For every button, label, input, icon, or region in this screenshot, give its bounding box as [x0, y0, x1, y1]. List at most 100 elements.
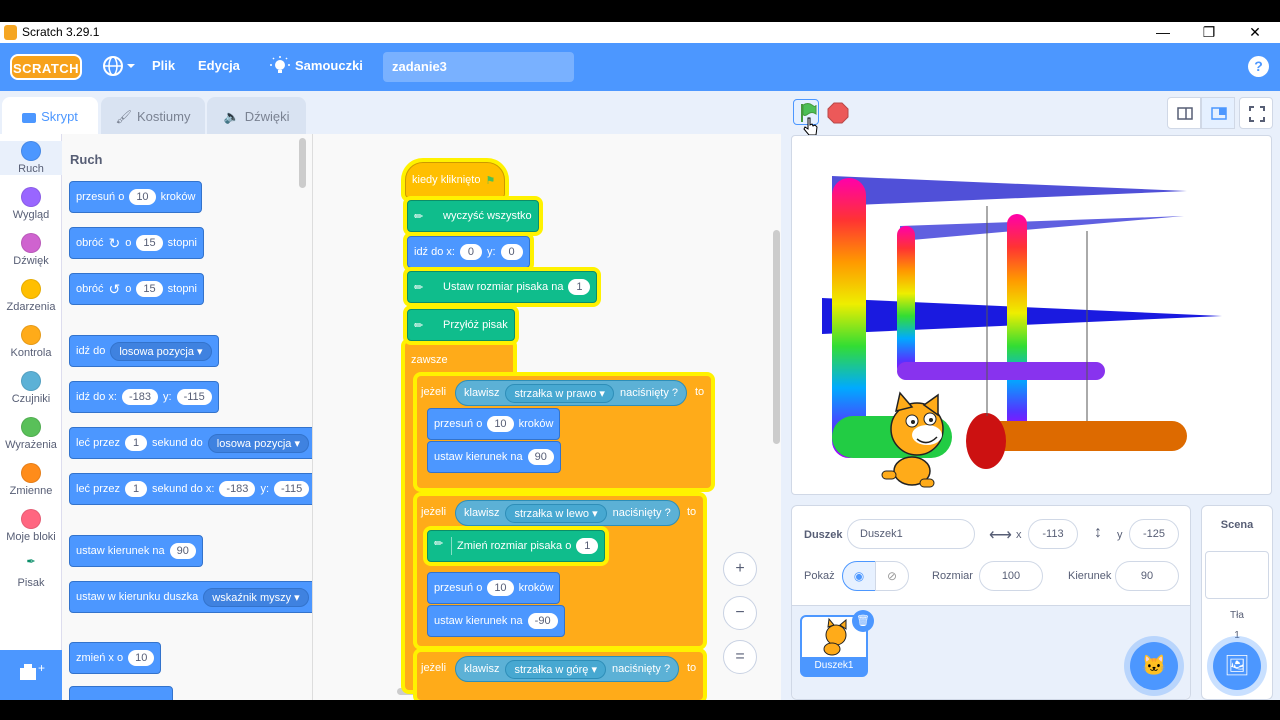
- goto-block[interactable]: idź do losowa pozycja ▾: [69, 335, 219, 367]
- y-input[interactable]: 0: [500, 244, 523, 260]
- tab-costumes[interactable]: 🖌 Kostiumy: [101, 97, 205, 135]
- turn-right-block[interactable]: obróć ↻ o 15 stopni: [69, 227, 204, 259]
- if-right-block[interactable]: jeżeli klawisz strzałka w prawo ▾ naciśn…: [417, 376, 711, 488]
- language-menu[interactable]: [102, 55, 138, 79]
- edit-menu[interactable]: Edycja: [198, 58, 240, 73]
- point-direction-block[interactable]: ustaw kierunek na -90: [427, 605, 565, 637]
- glide-block[interactable]: leć przez 1 sekund do losowa pozycja ▾: [69, 427, 312, 459]
- y-input[interactable]: -115: [176, 389, 212, 405]
- x-input[interactable]: 0: [459, 244, 482, 260]
- close-button[interactable]: ✕: [1240, 24, 1270, 41]
- help-button[interactable]: ?: [1248, 56, 1269, 77]
- degrees-input[interactable]: 15: [136, 281, 163, 297]
- category-6[interactable]: Wyrażenia: [0, 417, 62, 451]
- goto-xy-block[interactable]: idź do x: 0 y: 0: [407, 236, 530, 268]
- category-8[interactable]: Moje bloki: [0, 509, 62, 543]
- tab-sounds[interactable]: 🔈 Dźwięki: [207, 97, 306, 135]
- if-up-block[interactable]: jeżeli klawisz strzałka w górę ▾ naciśni…: [417, 652, 703, 700]
- point-direction-block[interactable]: ustaw kierunek na 90: [69, 535, 203, 567]
- zoom-out-button[interactable]: −: [723, 596, 757, 630]
- zoom-in-button[interactable]: +: [723, 552, 757, 586]
- category-9[interactable]: ✒ Pisak: [0, 555, 62, 589]
- key-dropdown[interactable]: strzałka w górę ▾: [505, 659, 607, 679]
- hide-sprite-button[interactable]: ⊘: [875, 561, 909, 591]
- direction-input[interactable]: 90: [527, 449, 554, 465]
- change-pen-size-block[interactable]: ✏ Zmień rozmiar pisaka o 1: [427, 530, 606, 562]
- minimize-button[interactable]: —: [1148, 24, 1178, 40]
- normal-stage-button[interactable]: [1201, 97, 1235, 129]
- category-1[interactable]: Wygląd: [0, 187, 62, 221]
- steps-input[interactable]: 10: [129, 189, 156, 205]
- code-vertical-scrollbar[interactable]: [773, 230, 780, 444]
- tutorials-menu[interactable]: Samouczki: [295, 58, 363, 73]
- when-flag-clicked-block[interactable]: kiedy kliknięto ⚑: [405, 162, 505, 198]
- set-x-block[interactable]: [69, 686, 173, 700]
- sprite-y-input[interactable]: -125: [1129, 519, 1179, 549]
- category-7[interactable]: Zmienne: [0, 463, 62, 497]
- sprite-name-input[interactable]: Duszek1: [847, 519, 975, 549]
- category-5[interactable]: Czujniki: [0, 371, 62, 405]
- direction-input[interactable]: 90: [169, 543, 196, 559]
- change-x-input[interactable]: 10: [128, 650, 155, 666]
- pen-size-input[interactable]: 1: [568, 279, 591, 295]
- x-input[interactable]: -183: [121, 389, 158, 405]
- move-steps-block[interactable]: przesuń o 10 kroków: [427, 408, 561, 440]
- turn-left-block[interactable]: obróć ↺ o 15 stopni: [69, 273, 204, 305]
- stop-button[interactable]: [827, 102, 849, 124]
- zoom-reset-button[interactable]: =: [723, 640, 757, 674]
- scratch-logo[interactable]: SCRATCH: [10, 54, 82, 80]
- add-backdrop-button[interactable]: 🖼: [1213, 642, 1261, 690]
- point-towards-block[interactable]: ustaw w kierunku duszka wskaźnik myszy ▾: [69, 581, 312, 613]
- towards-dropdown[interactable]: wskaźnik myszy ▾: [203, 587, 309, 607]
- sprite-size-input[interactable]: 100: [979, 561, 1043, 591]
- pen-size-input[interactable]: 1: [576, 538, 599, 554]
- key-pressed-sensor[interactable]: klawisz strzałka w prawo ▾ naciśnięty ?: [455, 380, 688, 406]
- fullscreen-button[interactable]: [1239, 97, 1273, 129]
- change-x-block[interactable]: zmień x o 10: [69, 642, 162, 674]
- key-dropdown[interactable]: strzałka w prawo ▾: [505, 383, 614, 403]
- category-4[interactable]: Kontrola: [0, 325, 62, 359]
- degrees-input[interactable]: 15: [136, 235, 163, 251]
- y-input[interactable]: -115: [274, 481, 310, 497]
- glide-xy-block[interactable]: leć przez 1 sekund do x: -183 y: -115: [69, 473, 312, 505]
- direction-input[interactable]: -90: [527, 613, 558, 629]
- key-pressed-sensor[interactable]: klawisz strzałka w lewo ▾ naciśnięty ?: [455, 500, 680, 526]
- restore-button[interactable]: ❐: [1194, 24, 1224, 41]
- category-0[interactable]: Ruch: [0, 141, 62, 175]
- x-input[interactable]: -183: [219, 481, 256, 497]
- category-3[interactable]: Zdarzenia: [0, 279, 62, 313]
- small-stage-button[interactable]: [1167, 97, 1201, 129]
- stage[interactable]: [791, 135, 1272, 495]
- move-steps-block[interactable]: przesuń o 10 kroków: [69, 181, 203, 213]
- category-2[interactable]: Dźwięk: [0, 233, 62, 267]
- goto-target-dropdown[interactable]: losowa pozycja ▾: [110, 341, 212, 361]
- seconds-input[interactable]: 1: [125, 481, 148, 497]
- glide-target-dropdown[interactable]: losowa pozycja ▾: [207, 433, 309, 453]
- goto-xy-block[interactable]: idź do x: -183 y: -115: [69, 381, 219, 413]
- steps-input[interactable]: 10: [487, 580, 514, 596]
- if-left-block[interactable]: jeżeli klawisz strzałka w lewo ▾ naciśni…: [417, 496, 703, 646]
- move-steps-block[interactable]: przesuń o 10 kroków: [427, 572, 561, 604]
- key-dropdown[interactable]: strzałka w lewo ▾: [505, 503, 607, 523]
- steps-input[interactable]: 10: [487, 416, 514, 432]
- pen-down-block[interactable]: ✏ Przyłóż pisak: [407, 309, 515, 341]
- sprite-x-input[interactable]: -113: [1028, 519, 1078, 549]
- tab-code[interactable]: Skrypt: [2, 97, 98, 135]
- backdrop-thumbnail[interactable]: [1205, 551, 1269, 599]
- pen-clear-block[interactable]: ✏ wyczyść wszystko: [407, 200, 539, 232]
- x-label: x: [1016, 529, 1022, 541]
- delete-sprite-button[interactable]: 🗑: [852, 610, 874, 632]
- add-sprite-button[interactable]: 🐱: [1130, 642, 1178, 690]
- palette-scrollbar[interactable]: [299, 138, 306, 188]
- sprite-direction-input[interactable]: 90: [1115, 561, 1179, 591]
- point-direction-block[interactable]: ustaw kierunek na 90: [427, 441, 561, 473]
- file-menu[interactable]: Plik: [152, 58, 175, 73]
- stage-selector[interactable]: Scena Tła 1 🖼: [1201, 505, 1273, 700]
- cat-sprite[interactable]: [872, 391, 952, 491]
- seconds-input[interactable]: 1: [125, 435, 148, 451]
- add-extension-button[interactable]: +: [0, 650, 62, 700]
- set-pen-size-block[interactable]: ✏ Ustaw rozmiar pisaka na 1: [407, 271, 598, 303]
- project-title-input[interactable]: zadanie3: [383, 52, 574, 82]
- key-pressed-sensor[interactable]: klawisz strzałka w górę ▾ naciśnięty ?: [455, 656, 680, 682]
- show-sprite-button[interactable]: ◉: [842, 561, 876, 591]
